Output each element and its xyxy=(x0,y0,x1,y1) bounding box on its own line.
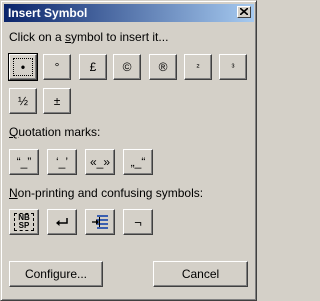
symbol-label: ° xyxy=(54,60,60,74)
symbol-label: ² xyxy=(196,61,200,72)
symbol-pound-button[interactable]: £ xyxy=(79,54,107,80)
symbol-label: £ xyxy=(89,60,97,74)
instruction-label: Click on a symbol to insert it... xyxy=(9,30,168,44)
symbol-superscript-two-button[interactable]: ² xyxy=(184,54,212,80)
symbol-label: © xyxy=(122,60,132,74)
symbol-superscript-three-button[interactable]: ³ xyxy=(219,54,247,80)
symbol-label: ® xyxy=(158,60,168,74)
nonprinting-symbols-label: Non-printing and confusing symbols: xyxy=(9,186,203,200)
symbol-copyright-button[interactable]: © xyxy=(113,54,141,80)
not-sign-button[interactable]: ¬ xyxy=(123,209,153,235)
symbol-registered-button[interactable]: ® xyxy=(149,54,177,80)
symbol-label: «_» xyxy=(89,155,111,169)
double-curly-quotes-button[interactable]: “_” xyxy=(9,149,39,175)
insert-symbol-dialog: Insert Symbol Click on a symbol to inser… xyxy=(0,0,257,301)
symbol-bullet-button[interactable]: • xyxy=(8,53,38,81)
symbol-label: ‘_’ xyxy=(55,155,68,169)
close-button[interactable] xyxy=(237,6,251,18)
dialog-title: Insert Symbol xyxy=(8,6,88,20)
nonprinting-accelerator: N xyxy=(9,186,18,200)
symbol-degree-button[interactable]: ° xyxy=(43,54,71,80)
symbol-one-half-button[interactable]: ½ xyxy=(9,88,37,114)
line-break-button[interactable] xyxy=(47,209,77,235)
configure-button[interactable]: Configure... xyxy=(9,261,103,287)
symbol-label: ± xyxy=(53,94,61,108)
return-arrow-icon xyxy=(56,218,68,226)
quotation-accelerator: Q xyxy=(9,125,19,139)
nonprinting-heading-text: on-printing and confusing symbols: xyxy=(17,186,204,200)
symbol-label: • xyxy=(20,60,26,74)
nbsp-icon-bottom: SP xyxy=(18,221,30,230)
symbol-label: ½ xyxy=(17,94,28,108)
configure-button-label: Configure... xyxy=(24,267,88,281)
symbol-label: „_“ xyxy=(130,155,146,169)
nbsp-icon: NB SP xyxy=(14,213,34,231)
instruction-text-before: Click on a xyxy=(9,30,66,44)
close-icon xyxy=(240,8,248,15)
single-curly-quotes-button[interactable]: ‘_’ xyxy=(47,149,77,175)
quotation-marks-label: Quotation marks: xyxy=(9,125,100,139)
symbol-label: ¬ xyxy=(134,214,142,230)
quotation-heading-text: uotation marks: xyxy=(18,125,101,139)
symbol-label: “_” xyxy=(16,155,32,169)
instruction-text-after: ymbol to insert it... xyxy=(71,30,169,44)
low-high-quotes-button[interactable]: „_“ xyxy=(123,149,153,175)
cancel-button[interactable]: Cancel xyxy=(153,261,248,287)
title-bar[interactable]: Insert Symbol xyxy=(4,4,254,22)
cancel-button-label: Cancel xyxy=(181,267,220,281)
guillemets-button[interactable]: «_» xyxy=(85,149,115,175)
nbsp-button[interactable]: NB SP xyxy=(9,209,39,235)
symbol-label: ³ xyxy=(231,61,235,72)
symbol-plus-minus-button[interactable]: ± xyxy=(43,88,71,114)
tab-icon xyxy=(92,215,108,229)
tab-button[interactable] xyxy=(85,209,115,235)
